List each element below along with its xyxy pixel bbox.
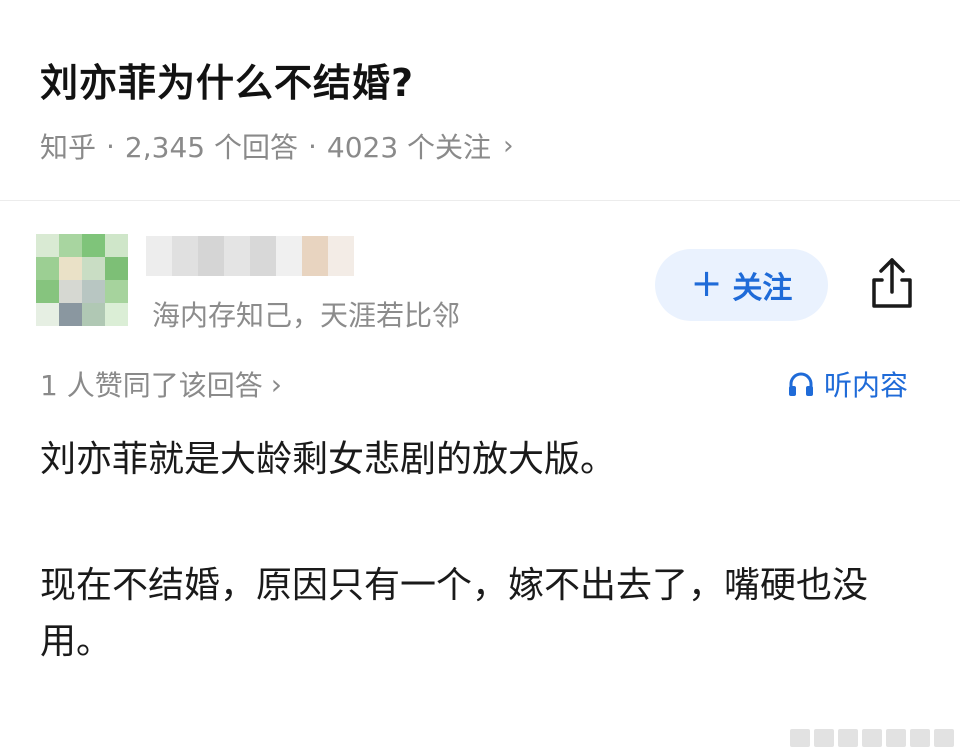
author-bio: 海内存知己，天涯若比邻 (152, 299, 461, 332)
avatar[interactable] (36, 234, 128, 326)
listen-label: 听内容 (824, 369, 909, 402)
likes-text: 1 人赞同了该回答 (40, 369, 263, 402)
answers-count: 2,345 个回答 (124, 131, 298, 164)
watermark-obscured (790, 724, 960, 751)
share-button[interactable] (864, 254, 920, 314)
share-icon (872, 258, 912, 308)
followers-count: 4023 个关注 (326, 131, 492, 164)
question-meta[interactable]: 知乎 · 2,345 个回答 · 4023 个关注 › (40, 126, 513, 166)
headphones-icon (789, 372, 813, 396)
meta-separator: · (307, 129, 317, 163)
chevron-right-icon: › (503, 131, 514, 161)
divider (0, 200, 960, 201)
likes-line[interactable]: 1 人赞同了该回答 › (40, 364, 282, 404)
follow-label: 关注 (732, 271, 793, 306)
author-name-obscured[interactable] (146, 236, 354, 276)
chevron-right-icon: › (270, 367, 282, 401)
answer-paragraph-1: 刘亦菲就是大龄剩女悲剧的放大版。 (40, 439, 617, 480)
listen-button[interactable]: 听内容 (786, 364, 908, 404)
answer-paragraph-2: 现在不结婚，原因只有一个，嫁不出去了，嘴硬也没用。 (40, 565, 869, 662)
source-label: 知乎 (40, 131, 97, 164)
plus-icon: + (690, 261, 723, 305)
follow-button[interactable]: + 关注 (655, 249, 828, 321)
question-title[interactable]: 刘亦菲为什么不结婚? (40, 52, 414, 107)
meta-separator: · (106, 129, 115, 163)
